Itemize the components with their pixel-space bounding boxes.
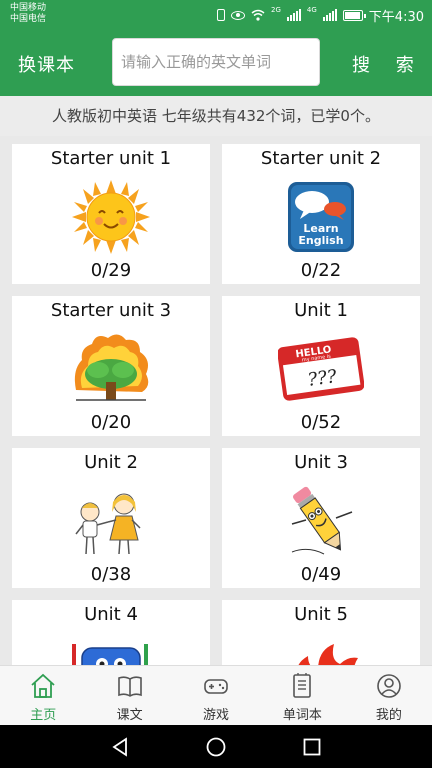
nav-wordbook[interactable]: 单词本 [259,666,345,725]
nav-label: 课文 [116,708,143,723]
home-button-icon[interactable] [206,737,226,757]
unit-progress: 0/20 [90,412,132,433]
notebook-icon [293,673,312,698]
unit-card[interactable]: Unit 1 HELLO my name is ??? 0/52 [222,296,420,436]
system-navigation-bar [0,725,432,768]
carrier-2: 中国电信 [10,14,47,24]
carrier-1: 中国移动 [10,3,47,13]
network-type-1: 2G [271,6,281,14]
wifi-icon [251,9,265,21]
fire-icon [298,644,358,665]
unit-title: Unit 2 [84,452,138,473]
search-button[interactable]: 搜 索 [352,51,424,77]
svg-text:???: ??? [306,366,338,391]
unit-card[interactable]: Unit 4 [12,600,210,665]
status-bar: 中国移动 中国电信 2G 4G 下午4:30 [0,0,432,30]
nav-lessons[interactable]: 课文 [86,666,172,725]
nav-games[interactable]: 游戏 [173,666,259,725]
back-icon[interactable] [110,737,130,757]
book-icon [117,676,142,697]
bottom-navigation: 主页 课文 游戏 单词本 我的 [0,665,432,725]
unit-title: Starter unit 2 [260,148,382,169]
gamepad-icon [204,679,228,694]
nav-label: 游戏 [203,708,230,723]
schoolbag-icon [72,644,148,665]
unit-progress: 0/52 [300,412,342,433]
recents-icon[interactable] [302,737,322,757]
signal-1-icon [286,9,301,21]
summary-text: 人教版初中英语 七年级共有432个词，已学0个。 [0,96,432,136]
home-icon [31,673,55,698]
eye-comfort-icon [231,10,246,20]
unit-card[interactable]: Unit 3 0/49 [222,448,420,588]
unit-title: Unit 4 [84,604,138,625]
unit-title: Unit 5 [294,604,348,625]
status-icons: 2G 4G 下午4:30 [217,6,424,25]
unit-card[interactable]: Unit 5 [222,600,420,665]
unit-progress: 0/22 [300,260,342,281]
app-header: 换课本 搜 索 [0,30,432,96]
network-type-2: 4G [306,6,317,14]
unit-card[interactable]: Unit 2 0/38 [12,448,210,588]
children-icon [75,493,141,555]
nav-profile[interactable]: 我的 [346,666,432,725]
unit-card[interactable]: Starter unit 3 0/20 [12,296,210,436]
nav-label: 单词本 [282,708,322,723]
vibrate-icon [217,9,226,21]
svg-text:English: English [298,234,343,247]
burning-tree-icon [74,334,149,401]
unit-title: Unit 3 [294,452,348,473]
unit-progress: 0/49 [300,564,342,585]
hello-name-tag-icon: HELLO my name is ??? [278,337,364,401]
nav-label: 我的 [375,708,402,723]
battery-icon [342,9,366,21]
profile-icon [377,674,401,698]
sun-icon [72,180,150,254]
unit-progress: 0/29 [90,260,132,281]
unit-grid: Starter unit 1 0/29 Starter unit 2 Learn… [12,144,420,665]
unit-title: Unit 1 [294,300,348,321]
pencil-character-icon [291,486,353,555]
unit-progress: 0/38 [90,564,132,585]
learn-english-icon: Learn English [288,182,354,252]
search-input[interactable] [112,38,320,86]
signal-2-icon [322,9,337,21]
unit-card[interactable]: Starter unit 2 Learn English 0/22 [222,144,420,284]
unit-title: Starter unit 3 [50,300,172,321]
clock: 下午4:30 [368,9,424,25]
nav-home[interactable]: 主页 [0,666,86,725]
unit-title: Starter unit 1 [50,148,172,169]
switch-textbook-button[interactable]: 换课本 [18,51,75,77]
nav-label: 主页 [30,708,57,723]
unit-card[interactable]: Starter unit 1 0/29 [12,144,210,284]
carrier-info: 中国移动 中国电信 [10,3,46,25]
